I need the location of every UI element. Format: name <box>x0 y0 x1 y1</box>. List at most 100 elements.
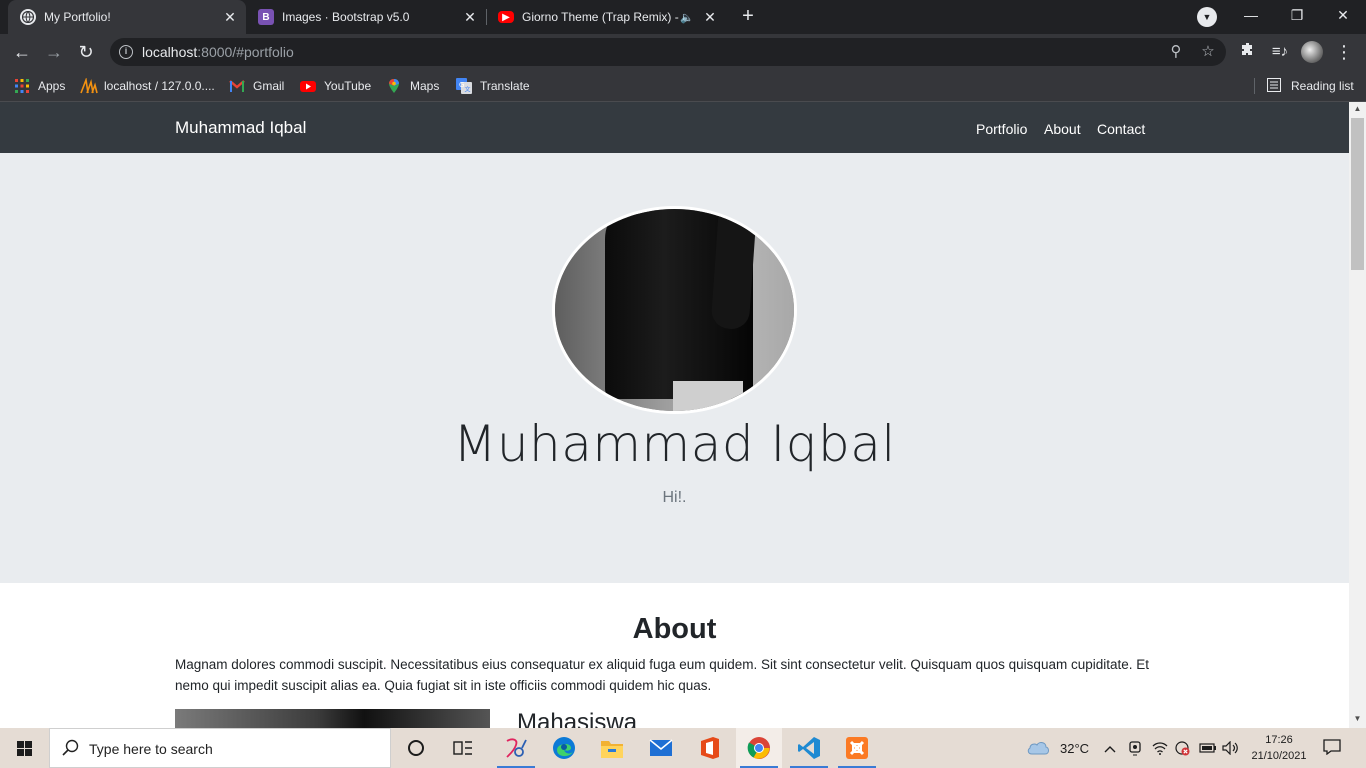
bookmark-label: Apps <box>38 79 66 93</box>
weather-temp: 32°C <box>1060 740 1090 756</box>
mail-icon[interactable] <box>638 728 684 768</box>
bookmark-localhost[interactable]: localhost / 127.0.0.... <box>80 76 215 95</box>
meet-now-icon[interactable] <box>1128 728 1142 768</box>
phpmyadmin-icon <box>80 76 98 94</box>
youtube-icon: ▶ <box>498 11 514 23</box>
bootstrap-icon: B <box>258 9 274 25</box>
hero-subtitle: Hi!. <box>662 489 687 506</box>
start-button[interactable] <box>0 728 48 768</box>
globe-icon <box>20 9 36 25</box>
scroll-thumb[interactable] <box>1351 118 1364 270</box>
reload-button[interactable]: ↻ <box>74 40 98 64</box>
notification-icon <box>1323 738 1341 758</box>
minimize-button[interactable]: — <box>1228 0 1274 32</box>
tab-title: Images · Bootstrap v5.0 <box>282 10 410 24</box>
taskbar-search[interactable]: Type here to search <box>49 728 391 768</box>
profile-avatar[interactable] <box>1301 41 1323 63</box>
address-bar[interactable]: i localhost:8000/#portfolio ⚲ ☆ <box>110 38 1226 66</box>
office-icon[interactable] <box>687 728 733 768</box>
bookmark-star-icon[interactable]: ☆ <box>1198 42 1218 62</box>
notifications-button[interactable] <box>1323 728 1341 768</box>
bookmarks-bar: Apps localhost / 127.0.0.... Gmail YouTu… <box>0 70 1366 102</box>
xampp-icon[interactable] <box>834 728 880 768</box>
nav-link-contact[interactable]: Contact <box>1097 121 1145 137</box>
menu-kebab-icon[interactable]: ⋮ <box>1332 40 1356 64</box>
tab-giorno-theme[interactable]: ▶ Giorno Theme (Trap Remix) - 🔈 ✕ <box>486 0 726 34</box>
wifi-icon[interactable] <box>1152 728 1168 768</box>
tab-strip: My Portfolio! ✕ B Images · Bootstrap v5.… <box>0 0 1366 34</box>
browser-toolbar: ← → ↻ i localhost:8000/#portfolio ⚲ ☆ ≡♪… <box>0 34 1366 70</box>
file-explorer-icon[interactable] <box>589 728 635 768</box>
bookmark-label: localhost / 127.0.0.... <box>104 79 215 93</box>
search-icon <box>62 739 79 761</box>
nav-link-portfolio[interactable]: Portfolio <box>976 121 1027 137</box>
bookmark-translate[interactable]: G文 Translate <box>456 77 530 95</box>
back-button[interactable]: ← <box>10 40 34 64</box>
taskbar-clock[interactable]: 17:26 21/10/2021 <box>1244 732 1314 764</box>
bookmark-label: YouTube <box>324 79 372 93</box>
tab-close-icon[interactable]: ✕ <box>462 9 478 25</box>
edge-icon[interactable] <box>541 728 587 768</box>
restore-button[interactable]: ❐ <box>1274 0 1320 32</box>
tab-title: Giorno Theme (Trap Remix) - <box>522 10 679 24</box>
tab-close-icon[interactable]: ✕ <box>222 9 238 25</box>
scroll-down-arrow[interactable]: ▼ <box>1349 712 1366 726</box>
tab-my-portfolio[interactable]: My Portfolio! ✕ <box>8 0 246 34</box>
zoom-icon[interactable]: ⚲ <box>1166 42 1186 62</box>
hero-name: Muhammad Iqbal <box>453 415 896 473</box>
network-error-icon[interactable] <box>1174 728 1190 768</box>
apps-grid-icon <box>14 78 30 94</box>
page-scrollbar[interactable]: ▲ ▼ <box>1349 102 1366 728</box>
extensions-icon[interactable] <box>1236 40 1260 64</box>
windows-logo-icon <box>16 740 32 756</box>
hero-section: Muhammad Iqbal Hi!. <box>0 153 1349 583</box>
clock-time: 17:26 <box>1265 734 1293 746</box>
tab-close-icon[interactable]: ✕ <box>702 9 718 25</box>
close-window-button[interactable]: ✕ <box>1320 0 1366 32</box>
battery-icon[interactable] <box>1199 728 1217 768</box>
bookmark-label: Gmail <box>253 79 285 93</box>
reading-list-button[interactable]: Reading list <box>1267 77 1354 95</box>
tab-search-icon[interactable]: ▼ <box>1197 7 1217 27</box>
vscode-icon[interactable] <box>786 728 832 768</box>
bookmark-label: Maps <box>410 79 440 93</box>
site-info-icon[interactable]: i <box>119 45 133 59</box>
bookmark-label: Translate <box>480 79 530 93</box>
bookmark-maps[interactable]: Maps <box>386 77 439 95</box>
new-tab-button[interactable]: + <box>737 5 759 27</box>
media-control-icon[interactable]: ≡♪ <box>1268 40 1292 64</box>
clock-date: 21/10/2021 <box>1251 750 1307 762</box>
scroll-up-arrow[interactable]: ▲ <box>1349 102 1366 116</box>
gmail-icon <box>229 78 245 94</box>
weather-widget[interactable]: 32°C <box>1026 728 1089 768</box>
forward-button[interactable]: → <box>42 40 66 64</box>
bookmarks-separator <box>1254 78 1255 94</box>
site-brand[interactable]: Muhammad Iqbal <box>175 118 306 138</box>
tab-bootstrap-images[interactable]: B Images · Bootstrap v5.0 ✕ <box>246 0 486 34</box>
snipping-tool-icon[interactable] <box>493 728 539 768</box>
tab-title: My Portfolio! <box>44 10 111 24</box>
windows-taskbar: Type here to search 32°C 17:26 21/10/202… <box>0 728 1366 768</box>
about-heading: About <box>632 613 717 645</box>
show-hidden-icons-button[interactable] <box>1104 728 1116 768</box>
chrome-icon[interactable] <box>736 728 782 768</box>
reading-list-label: Reading list <box>1291 79 1354 93</box>
svg-text:文: 文 <box>465 86 471 94</box>
about-paragraph: Magnam dolores commodi suscipit. Necessi… <box>175 657 1149 693</box>
chevron-up-icon <box>1104 741 1116 756</box>
volume-icon[interactable] <box>1222 728 1240 768</box>
cortana-icon[interactable] <box>393 728 439 768</box>
task-view-icon[interactable] <box>440 728 486 768</box>
nav-link-about[interactable]: About <box>1044 121 1081 137</box>
url-text[interactable]: localhost:8000/#portfolio <box>142 44 294 60</box>
bookmark-gmail[interactable]: Gmail <box>229 77 284 95</box>
youtube-icon <box>300 78 316 94</box>
reading-list-icon <box>1267 78 1283 94</box>
translate-icon: G文 <box>456 78 472 94</box>
audio-playing-icon[interactable]: 🔈 <box>680 11 694 24</box>
bookmark-youtube[interactable]: YouTube <box>300 77 371 95</box>
bookmark-apps[interactable]: Apps <box>14 77 65 95</box>
page-viewport: Muhammad Iqbal Portfolio About Contact M… <box>0 102 1349 728</box>
search-placeholder: Type here to search <box>89 741 213 757</box>
site-navbar: Muhammad Iqbal Portfolio About Contact <box>0 102 1349 153</box>
